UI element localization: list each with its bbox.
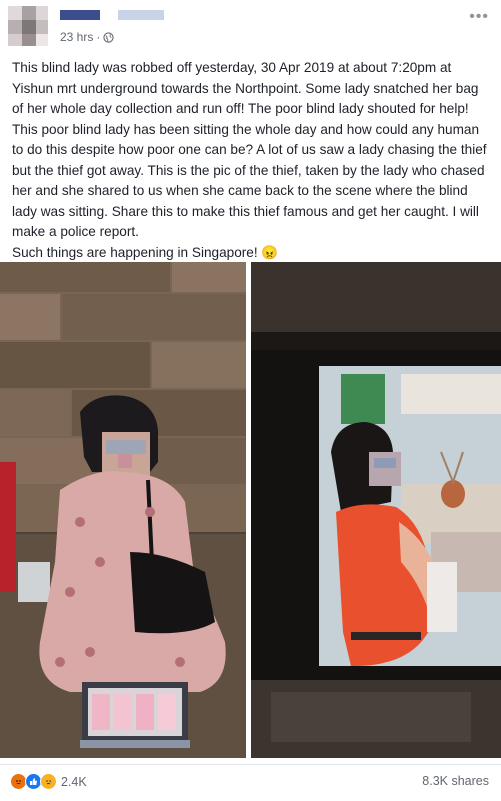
author-name-redacted[interactable] — [60, 10, 170, 22]
post-body-text: This blind lady was robbed off yesterday… — [12, 60, 487, 260]
post-photos[interactable] — [0, 262, 501, 758]
photo-blind-lady[interactable] — [0, 262, 246, 758]
post-meta: 23 hrs · — [60, 30, 114, 44]
shares-count[interactable]: 8.3K shares — [422, 774, 489, 788]
more-options-icon[interactable]: ••• — [469, 8, 489, 26]
avatar[interactable] — [8, 6, 48, 46]
post-timestamp[interactable]: 23 hrs — [60, 30, 93, 44]
reaction-count: 2.4K — [61, 774, 87, 789]
post-footer: 2.4K 8.3K shares — [0, 764, 501, 801]
post-header: 23 hrs · ••• — [0, 0, 501, 54]
photo-thief-on-screen[interactable] — [251, 262, 501, 758]
globe-icon — [103, 31, 114, 43]
sad-icon — [40, 773, 57, 790]
reactions-summary[interactable]: 2.4K — [10, 773, 87, 790]
